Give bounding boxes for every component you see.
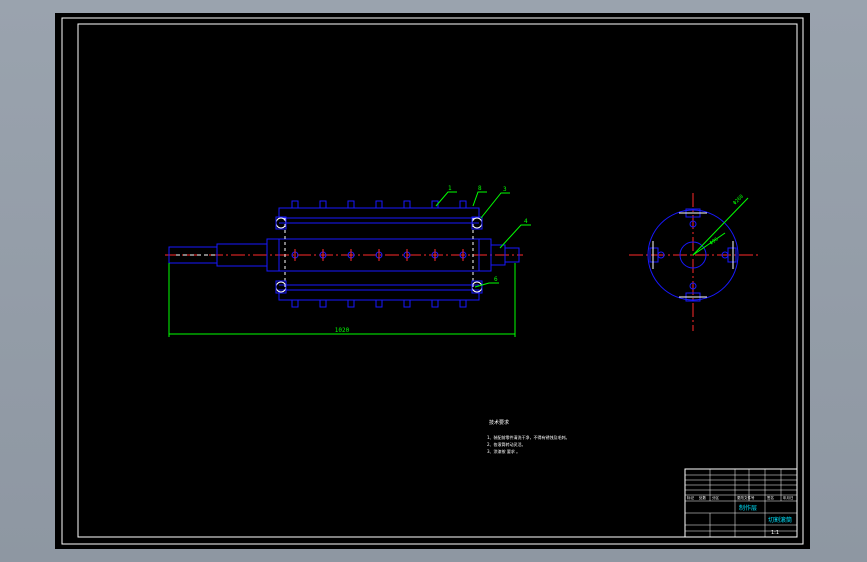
callout-6: 6 <box>494 276 498 283</box>
title-block-drawing-name: 切割滚筒 <box>768 516 792 524</box>
tech-req-line-3: 3、涂漆按 要求 。 <box>487 448 520 454</box>
title-block-header-4: 签名 <box>767 495 774 500</box>
end-dimensions <box>692 197 749 256</box>
dimension-overall-label: 1020 <box>335 327 350 334</box>
title-block-header-1: 处数 <box>699 495 707 500</box>
tech-req-line-2: 2、各滚筒转动灵活。 <box>487 441 526 447</box>
title-block-designer: 制作层 <box>739 504 757 512</box>
tech-requirements: 技术要求 1、装配前零件清洗干净，不得有锈蚀及毛刺。 2、各滚筒转动灵活。 3、… <box>487 419 570 454</box>
roller-end-view: Φ260 Φ96 <box>629 193 760 331</box>
callout-3: 3 <box>503 186 507 193</box>
inner-frame <box>77 23 798 538</box>
bottom-pins <box>291 299 467 308</box>
title-block-header-5: 年月日 <box>783 495 794 500</box>
tech-req-line-1: 1、装配前零件清洗干净，不得有锈蚀及毛刺。 <box>487 434 570 440</box>
outer-frame <box>61 17 804 545</box>
callout-1: 1 <box>448 185 452 192</box>
roller-side-view: 1020 1 8 3 4 6 <box>165 185 531 337</box>
title-block-header-2: 分区 <box>712 495 720 500</box>
title-block-scale: 1:1 <box>771 530 779 536</box>
end-dim-outer: Φ260 <box>732 194 745 207</box>
tech-req-title: 技术要求 <box>489 419 509 426</box>
cad-drawing: 1020 1 8 3 4 6 Φ260 Φ96 技术要求 1、装配前零件清洗干净… <box>61 17 804 545</box>
cad-viewport[interactable]: 1020 1 8 3 4 6 Φ260 Φ96 技术要求 1、装配前零件清洗干净… <box>55 13 810 549</box>
title-block-header-3: 更改文件号 <box>737 495 755 500</box>
title-block-header-0: 标记 <box>687 495 695 500</box>
callout-8: 8 <box>478 185 482 192</box>
title-block: 标记 处数 分区 更改文件号 签名 年月日 制作层 切割滚筒 1:1 <box>684 468 798 538</box>
callout-4: 4 <box>524 218 528 225</box>
